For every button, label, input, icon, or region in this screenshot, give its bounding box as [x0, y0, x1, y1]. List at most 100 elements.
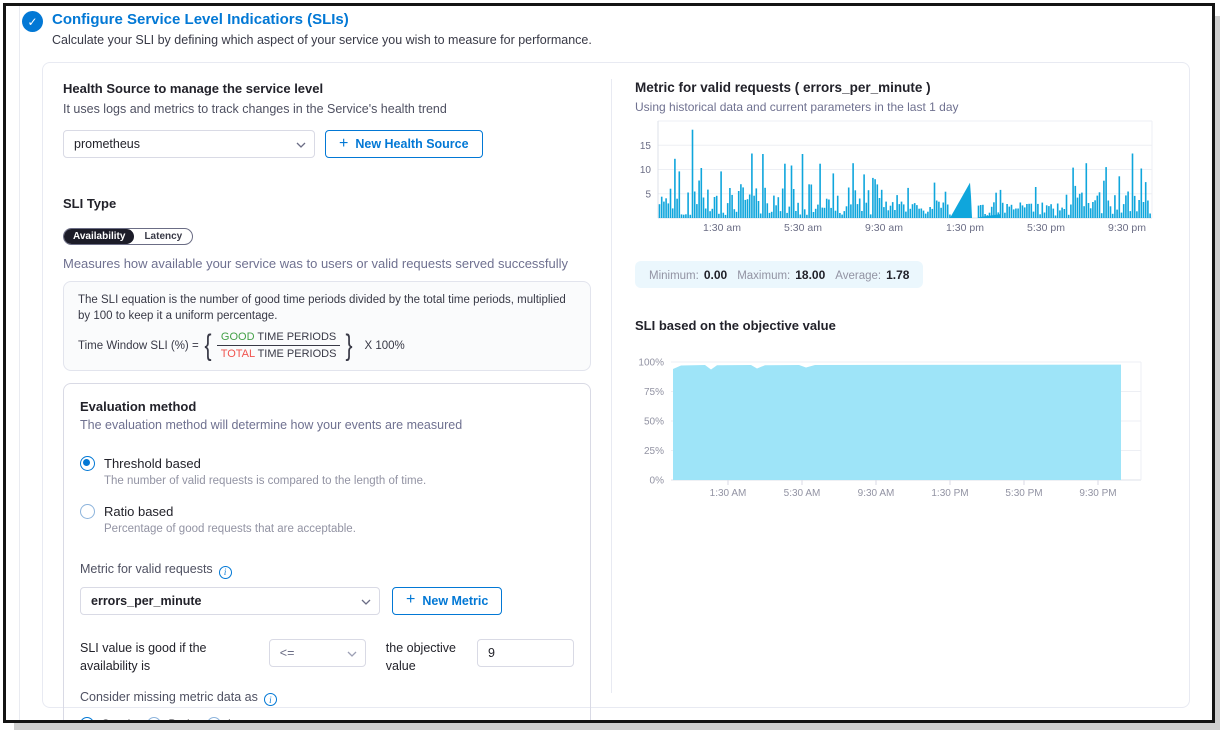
svg-text:0%: 0%: [650, 476, 665, 487]
maximum-label: Maximum:: [737, 270, 790, 282]
app-window: ✓ Configure Service Level Indicatiors (S…: [3, 3, 1215, 723]
page-title: Configure Service Level Indicatiors (SLI…: [52, 11, 349, 28]
new-health-source-label: New Health Source: [355, 137, 468, 151]
objective-prefix-label: SLI value is good if the availability is: [80, 639, 253, 675]
equation-lhs: Time Window SLI (%) =: [78, 340, 199, 352]
svg-text:1:30 AM: 1:30 AM: [710, 488, 747, 499]
missing-option-bad[interactable]: Bad: [147, 717, 189, 723]
valid-requests-metric-select[interactable]: errors_per_minute: [80, 587, 380, 615]
chevron-down-icon: [361, 599, 371, 605]
missing-metric-label: Consider missing metric data as: [80, 690, 258, 704]
svg-text:1:30 PM: 1:30 PM: [931, 488, 968, 499]
sli-config-card: Health Source to manage the service leve…: [42, 62, 1190, 708]
threshold-description: The number of valid requests is compared…: [104, 475, 426, 487]
svg-text:9:30 PM: 9:30 PM: [1079, 488, 1116, 499]
stepper-rail: [19, 3, 20, 720]
metric-value: errors_per_minute: [91, 594, 201, 608]
sli-area-chart: 100% 75% 50% 25% 0% 1:30 AM 5:30 AM 9:30 AM 1:30…: [635, 352, 1155, 504]
plus-icon: +: [339, 136, 348, 152]
sli-chart-heading: SLI based on the objective value: [635, 318, 1183, 333]
ignore-label: Ignore: [228, 717, 262, 723]
good-label: Good: [101, 717, 130, 723]
metric-timeseries-chart: 15 10 5 1:30 am 5:30 am 9:30 am 1:30 pm 5:30 pm…: [635, 117, 1155, 237]
new-health-source-button[interactable]: + New Health Source: [325, 130, 483, 158]
svg-text:9:30 am: 9:30 am: [865, 222, 903, 234]
equation-fraction: GOOD TIME PERIODS TOTAL TIME PERIODS: [217, 331, 341, 360]
metric-chart-title: Metric for valid requests ( errors_per_m…: [635, 80, 1183, 95]
comparator-value: <=: [280, 644, 295, 662]
objective-suffix-label: the objective value: [386, 639, 464, 675]
info-icon[interactable]: i: [264, 693, 277, 706]
ratio-label: Ratio based: [104, 504, 356, 519]
svg-text:5:30 am: 5:30 am: [784, 222, 822, 234]
good-radio[interactable]: [80, 717, 94, 723]
sli-equation-box: The SLI equation is the number of good t…: [63, 281, 591, 371]
new-metric-label: New Metric: [422, 594, 488, 608]
metric-for-valid-requests-label: Metric for valid requests: [80, 562, 213, 576]
objective-value-input[interactable]: [477, 639, 574, 667]
bad-radio[interactable]: [147, 717, 161, 723]
sli-type-latency-pill[interactable]: Latency: [134, 229, 192, 244]
missing-option-ignore[interactable]: Ignore: [207, 717, 262, 723]
svg-text:5:30 AM: 5:30 AM: [784, 488, 821, 499]
svg-text:1:30 pm: 1:30 pm: [946, 222, 984, 234]
config-column: Health Source to manage the service leve…: [63, 63, 591, 723]
sli-equation: Time Window SLI (%) = { GOOD TIME PERIOD…: [78, 331, 576, 360]
health-source-heading: Health Source to manage the service leve…: [63, 81, 591, 96]
svg-text:5: 5: [645, 189, 651, 200]
new-metric-button[interactable]: + New Metric: [392, 587, 502, 615]
average-label: Average:: [835, 270, 881, 282]
metric-chart-subtitle: Using historical data and current parame…: [635, 100, 1183, 114]
left-brace: {: [204, 332, 211, 359]
svg-text:75%: 75%: [644, 387, 664, 398]
health-source-value: prometheus: [74, 137, 140, 151]
average-value: 1.78: [886, 268, 909, 282]
sli-type-heading: SLI Type: [63, 196, 591, 211]
ratio-radio[interactable]: [80, 504, 95, 519]
svg-text:10: 10: [640, 165, 652, 176]
sli-type-toggle: Availability Latency: [63, 228, 193, 245]
evaluation-heading: Evaluation method: [80, 399, 574, 414]
step-complete-check-icon: ✓: [22, 11, 43, 32]
evaluation-description: The evaluation method will determine how…: [80, 418, 574, 432]
svg-text:9:30 pm: 9:30 pm: [1108, 222, 1146, 234]
svg-text:9:30 AM: 9:30 AM: [858, 488, 895, 499]
svg-text:25%: 25%: [644, 446, 664, 457]
sli-equation-description: The SLI equation is the number of good t…: [78, 292, 576, 324]
svg-text:100%: 100%: [638, 358, 664, 369]
threshold-label: Threshold based: [104, 456, 426, 471]
svg-text:5:30 pm: 5:30 pm: [1027, 222, 1065, 234]
metric-stats-badge: Minimum: 0.00 Maximum: 18.00 Average: 1.78: [635, 261, 923, 288]
svg-text:15: 15: [640, 141, 652, 152]
right-brace: }: [346, 332, 353, 359]
check-glyph: ✓: [27, 15, 37, 29]
info-icon[interactable]: i: [219, 566, 232, 579]
numerator-rest: TIME PERIODS: [255, 331, 337, 343]
health-source-select[interactable]: prometheus: [63, 130, 315, 158]
preview-column: Metric for valid requests ( errors_per_m…: [635, 63, 1183, 504]
ignore-radio[interactable]: [207, 717, 221, 723]
minimum-value: 0.00: [704, 268, 727, 282]
health-source-description: It uses logs and metrics to track change…: [63, 102, 591, 116]
page-subtitle: Calculate your SLI by defining which asp…: [52, 33, 592, 47]
plus-icon: +: [406, 592, 415, 608]
svg-text:50%: 50%: [644, 417, 664, 428]
maximum-value: 18.00: [795, 268, 825, 282]
sli-type-availability-pill[interactable]: Availability: [64, 229, 134, 244]
missing-option-good[interactable]: Good: [80, 717, 130, 723]
comparator-select[interactable]: <=: [269, 639, 366, 667]
minimum-label: Minimum:: [649, 270, 699, 282]
threshold-radio[interactable]: [80, 456, 95, 471]
evaluation-method-box: Evaluation method The evaluation method …: [63, 383, 591, 723]
total-term: TOTAL: [221, 348, 255, 360]
svg-text:5:30 PM: 5:30 PM: [1005, 488, 1042, 499]
bad-label: Bad: [168, 717, 189, 723]
chevron-down-icon: [296, 142, 306, 148]
ratio-description: Percentage of good requests that are acc…: [104, 523, 356, 535]
svg-text:1:30 am: 1:30 am: [703, 222, 741, 234]
sli-type-description: Measures how available your service was …: [63, 256, 591, 271]
good-term: GOOD: [221, 331, 255, 343]
column-divider: [611, 79, 612, 693]
equation-rhs: X 100%: [364, 340, 404, 352]
chevron-down-icon: [347, 651, 357, 657]
